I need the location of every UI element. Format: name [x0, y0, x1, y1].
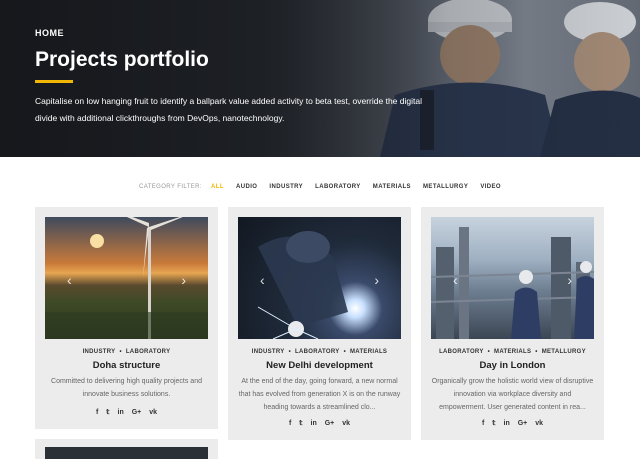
project-image-welder[interactable]: ‹ ›	[238, 217, 401, 339]
project-card[interactable]: ‹ › INDUSTRY • LABORATORY • MATERIALS New De…	[228, 207, 411, 440]
social-share-links: f 𝕥 in G+ vk	[421, 419, 604, 427]
carousel-next-arrow[interactable]: ›	[567, 273, 572, 287]
project-card[interactable]: ‹ › INDUSTRY • LABORATORY Doha structure C…	[35, 207, 218, 429]
card-categories: INDUSTRY • LABORATORY	[82, 349, 171, 355]
category-tag[interactable]: LABORATORY	[439, 349, 484, 355]
category-tag[interactable]: METALLURGY	[542, 349, 586, 355]
filter-all[interactable]: ALL	[211, 184, 224, 190]
twitter-icon[interactable]: 𝕥	[106, 408, 109, 416]
google-plus-icon[interactable]: G+	[325, 420, 335, 427]
vk-icon[interactable]: vk	[535, 420, 543, 427]
carousel-prev-arrow[interactable]: ‹	[67, 273, 72, 287]
project-image-refinery[interactable]: ‹ ›	[431, 217, 594, 339]
filter-audio[interactable]: AUDIO	[236, 184, 257, 190]
social-share-links: f 𝕥 in G+ vk	[228, 419, 411, 427]
page-title: Projects portfolio	[35, 48, 209, 71]
filter-video[interactable]: VIDEO	[480, 184, 501, 190]
facebook-icon[interactable]: f	[96, 409, 98, 416]
title-underline	[35, 80, 73, 83]
google-plus-icon[interactable]: G+	[518, 420, 528, 427]
linkedin-icon[interactable]: in	[118, 409, 124, 416]
project-image-partial	[45, 447, 208, 459]
google-plus-icon[interactable]: G+	[132, 409, 142, 416]
filter-materials[interactable]: MATERIALS	[373, 184, 411, 190]
filter-industry[interactable]: INDUSTRY	[269, 184, 303, 190]
twitter-icon[interactable]: 𝕥	[492, 419, 495, 427]
project-card[interactable]: ‹ › LABORATORY • MATERIALS • METALLURGY Day …	[421, 207, 604, 440]
carousel-prev-arrow[interactable]: ‹	[453, 273, 458, 287]
category-tag[interactable]: LABORATORY	[295, 349, 340, 355]
linkedin-icon[interactable]: in	[504, 420, 510, 427]
category-tag[interactable]: INDUSTRY	[252, 349, 285, 355]
linkedin-icon[interactable]: in	[311, 420, 317, 427]
breadcrumb-home[interactable]: HOME	[35, 28, 415, 38]
project-card-partial[interactable]	[35, 439, 218, 459]
vk-icon[interactable]: vk	[149, 409, 157, 416]
card-categories: LABORATORY • MATERIALS • METALLURGY	[439, 349, 586, 355]
card-title[interactable]: New Delhi development	[228, 360, 411, 371]
project-image-wind-turbine[interactable]: ‹ ›	[45, 217, 208, 339]
card-title[interactable]: Day in London	[421, 360, 604, 371]
carousel-prev-arrow[interactable]: ‹	[260, 273, 265, 287]
card-categories: INDUSTRY • LABORATORY • MATERIALS	[251, 349, 388, 355]
filter-metallurgy[interactable]: METALLURGY	[423, 184, 468, 190]
carousel-next-arrow[interactable]: ›	[181, 273, 186, 287]
social-share-links: f 𝕥 in G+ vk	[35, 408, 218, 416]
category-tag[interactable]: INDUSTRY	[83, 349, 116, 355]
page-hero: HOME Projects portfolio Capitalise on lo…	[0, 0, 640, 157]
card-description: At the end of the day, going forward, a …	[238, 378, 401, 411]
card-description: Organically grow the holistic world view…	[431, 378, 594, 411]
category-filter-bar: CATEGORY FILTER: ALL AUDIO INDUSTRY LABO…	[0, 184, 640, 190]
facebook-icon[interactable]: f	[289, 420, 291, 427]
filter-laboratory[interactable]: LABORATORY	[315, 184, 361, 190]
category-tag[interactable]: LABORATORY	[126, 349, 171, 355]
category-tag[interactable]: MATERIALS	[494, 349, 531, 355]
card-description: Committed to delivering high quality pro…	[51, 378, 202, 398]
twitter-icon[interactable]: 𝕥	[299, 419, 302, 427]
category-tag[interactable]: MATERIALS	[350, 349, 387, 355]
vk-icon[interactable]: vk	[342, 420, 350, 427]
card-title[interactable]: Doha structure	[35, 360, 218, 371]
filter-label: CATEGORY FILTER:	[139, 184, 202, 190]
hero-description: Capitalise on low hanging fruit to ident…	[35, 96, 422, 123]
facebook-icon[interactable]: f	[482, 420, 484, 427]
carousel-next-arrow[interactable]: ›	[374, 273, 379, 287]
